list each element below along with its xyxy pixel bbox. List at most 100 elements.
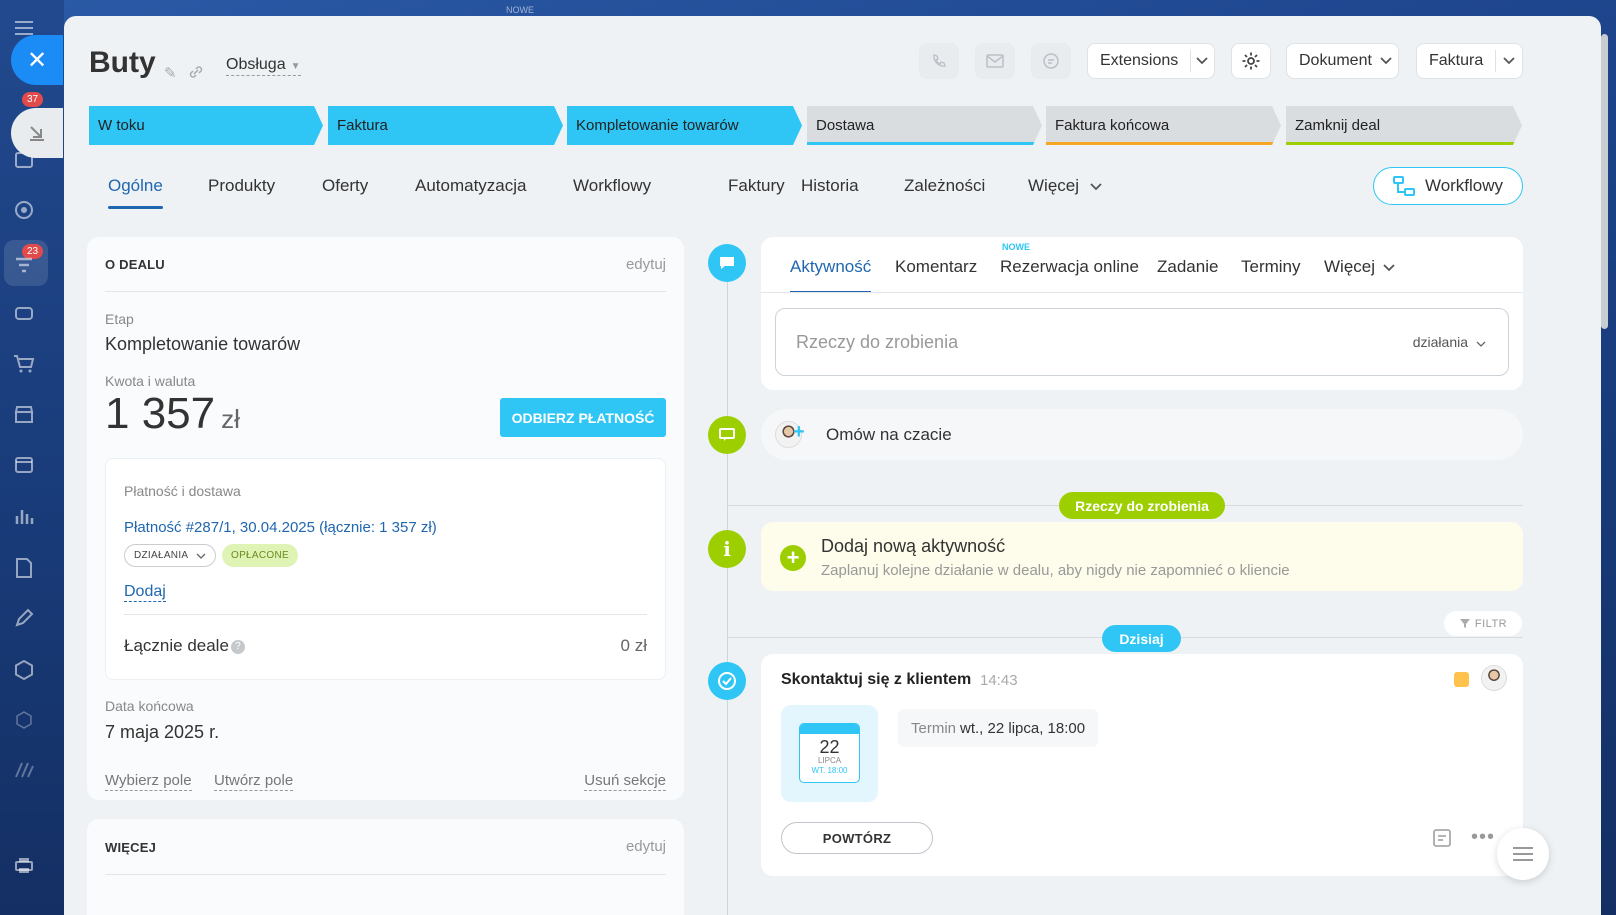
calendar-icon[interactable] bbox=[12, 452, 36, 476]
filter-icon bbox=[1459, 619, 1470, 628]
tab-activity-more[interactable]: Więcej bbox=[1324, 257, 1395, 277]
end-date-value[interactable]: 7 maja 2025 r. bbox=[105, 722, 219, 743]
divider bbox=[761, 292, 1523, 293]
plus-icon[interactable]: + bbox=[780, 545, 806, 571]
notification-badge: 37 bbox=[22, 92, 44, 107]
color-tag[interactable] bbox=[1454, 672, 1469, 687]
todo-actions-dropdown[interactable]: działania bbox=[1413, 334, 1486, 350]
receive-payment-button[interactable]: ODBIERZ PŁATNOŚĆ bbox=[500, 398, 666, 437]
stage-final-invoice[interactable]: Faktura końcowa bbox=[1046, 106, 1281, 145]
payment-link[interactable]: Płatność #287/1, 30.04.2025 (łącznie: 1 … bbox=[124, 519, 437, 536]
copy-link-icon[interactable] bbox=[188, 64, 204, 84]
stage-field-value[interactable]: Kompletowanie towarów bbox=[105, 334, 300, 355]
tab-invoices[interactable]: Faktury bbox=[728, 176, 785, 196]
analytics-icon[interactable] bbox=[12, 504, 36, 528]
chevron-down-icon bbox=[1383, 264, 1395, 272]
total-deals-text: Łącznie deale bbox=[124, 636, 229, 655]
select-field-link[interactable]: Wybierz pole bbox=[105, 772, 192, 791]
chevron-down-icon bbox=[1090, 183, 1102, 191]
repeat-button[interactable]: POWTÓRZ bbox=[781, 822, 933, 854]
checkmark-icon[interactable] bbox=[708, 662, 746, 700]
document-dropdown[interactable]: Dokument bbox=[1286, 43, 1399, 79]
cart-icon[interactable] bbox=[12, 352, 36, 376]
more-options-icon[interactable]: ••• bbox=[1471, 827, 1495, 847]
tab-offers[interactable]: Oferty bbox=[322, 176, 368, 196]
document-icon[interactable] bbox=[12, 556, 36, 580]
amount-value[interactable]: 1 357 zł bbox=[105, 389, 240, 439]
tab-task[interactable]: Zadanie bbox=[1157, 257, 1218, 277]
stage-field-label: Etap bbox=[105, 311, 134, 327]
note-icon[interactable] bbox=[1432, 828, 1452, 853]
edit-link[interactable]: edytuj bbox=[626, 838, 666, 855]
chat-button[interactable] bbox=[1031, 43, 1071, 79]
target-icon[interactable] bbox=[12, 198, 36, 222]
email-button[interactable] bbox=[975, 43, 1015, 79]
tab-general[interactable]: Ogólne bbox=[108, 176, 163, 209]
store-icon[interactable] bbox=[12, 402, 36, 426]
call-button[interactable] bbox=[919, 43, 959, 79]
chevron-down-icon[interactable] bbox=[1191, 57, 1214, 65]
responsible-avatar[interactable] bbox=[1481, 665, 1507, 691]
stage-delivery[interactable]: Dostawa bbox=[807, 106, 1042, 145]
activity-title[interactable]: Skontaktuj się z klientem bbox=[781, 671, 971, 689]
todo-input[interactable]: Rzeczy do zrobienia działania bbox=[775, 308, 1509, 376]
workflow-icon bbox=[1392, 176, 1415, 196]
chevron-down-icon bbox=[196, 553, 206, 559]
info-icon: i bbox=[708, 530, 746, 568]
delete-section-link[interactable]: Usuń sekcje bbox=[584, 772, 666, 791]
tab-comment[interactable]: Komentarz bbox=[895, 257, 977, 277]
create-field-link[interactable]: Utwórz pole bbox=[214, 772, 294, 791]
tab-history[interactable]: Historia bbox=[801, 176, 859, 196]
payment-block-title: Płatność i dostawa bbox=[124, 483, 241, 499]
amount-field-label: Kwota i waluta bbox=[105, 373, 196, 389]
tab-more[interactable]: Więcej bbox=[1028, 176, 1102, 196]
tab-automation[interactable]: Automatyzacja bbox=[415, 176, 527, 196]
cube-icon[interactable] bbox=[12, 708, 36, 732]
stage-picking[interactable]: Kompletowanie towarów bbox=[567, 106, 802, 145]
close-icon: ✕ bbox=[26, 46, 48, 74]
chat-discuss-row[interactable]: + Omów na czacie bbox=[761, 409, 1523, 460]
pipeline-selector[interactable]: Obsługa ▼ bbox=[226, 56, 301, 76]
tab-workflows[interactable]: Workflowy bbox=[573, 176, 651, 196]
timeline-line bbox=[727, 264, 728, 915]
funnel-icon[interactable] bbox=[12, 254, 36, 278]
marketplace-icon[interactable] bbox=[12, 758, 36, 782]
printer-icon[interactable] bbox=[12, 853, 36, 877]
pipeline-label: Obsługa bbox=[226, 56, 286, 73]
robot-icon[interactable] bbox=[12, 300, 36, 324]
top-new-badge: NOWE bbox=[506, 5, 534, 15]
filter-button[interactable]: FILTR bbox=[1444, 611, 1522, 636]
tab-dependencies[interactable]: Zależności bbox=[904, 176, 985, 196]
minimize-slider-button[interactable] bbox=[11, 108, 63, 158]
stage-close-deal[interactable]: Zamknij deal bbox=[1286, 106, 1522, 145]
activity-time: 14:43 bbox=[980, 672, 1018, 689]
fab-menu-button[interactable] bbox=[1497, 828, 1549, 880]
invoice-button[interactable]: Faktura bbox=[1416, 43, 1523, 79]
invoice-label: Faktura bbox=[1429, 52, 1484, 69]
pen-icon[interactable] bbox=[12, 606, 36, 630]
chevron-down-icon[interactable] bbox=[1496, 57, 1522, 65]
edit-title-icon[interactable]: ✎ bbox=[164, 64, 177, 82]
tab-activity[interactable]: Aktywność bbox=[790, 257, 872, 293]
deadline-chip[interactable]: Termin wt., 22 lipca, 18:00 bbox=[898, 709, 1099, 747]
scrollbar[interactable] bbox=[1601, 34, 1608, 329]
add-payment-link[interactable]: Dodaj bbox=[124, 583, 166, 602]
add-activity-block[interactable]: + Dodaj nową aktywność Zaplanuj kolejne … bbox=[761, 522, 1523, 591]
workflows-button[interactable]: Workflowy bbox=[1373, 167, 1523, 205]
stage-label: Kompletowanie towarów bbox=[576, 117, 739, 134]
extensions-button[interactable]: Extensions bbox=[1087, 43, 1215, 79]
calendar-month: LIPCA bbox=[817, 756, 842, 765]
close-slider-button[interactable]: ✕ bbox=[11, 35, 63, 85]
stage-invoice[interactable]: Faktura bbox=[328, 106, 563, 145]
hexagon-icon[interactable] bbox=[12, 658, 36, 682]
payment-actions-dropdown[interactable]: DZIAŁANIA bbox=[124, 544, 217, 567]
stage-in-progress[interactable]: W toku bbox=[89, 106, 323, 145]
help-icon[interactable]: ? bbox=[230, 639, 245, 654]
settings-button[interactable] bbox=[1231, 43, 1271, 79]
tab-deadlines[interactable]: Terminy bbox=[1241, 257, 1301, 277]
edit-link[interactable]: edytuj bbox=[626, 256, 666, 273]
tab-online-booking[interactable]: Rezerwacja online bbox=[1000, 257, 1139, 277]
calendar-badge: 22 LIPCA WT. 18:00 bbox=[781, 705, 878, 802]
stage-underline bbox=[1286, 142, 1518, 145]
tab-products[interactable]: Produkty bbox=[208, 176, 275, 196]
